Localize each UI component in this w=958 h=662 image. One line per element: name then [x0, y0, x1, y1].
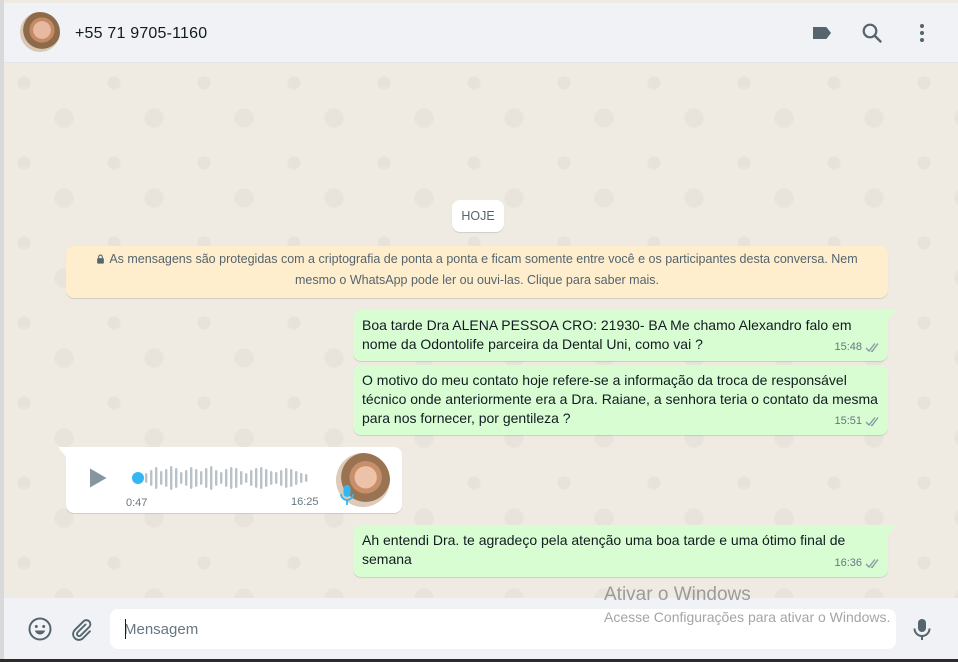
waveform-bar: [225, 469, 228, 487]
waveform-bar: [215, 470, 218, 486]
waveform-bar: [145, 473, 148, 483]
read-ticks-icon: [865, 417, 879, 427]
contact-avatar[interactable]: [20, 12, 60, 52]
date-chip: HOJE: [452, 200, 504, 232]
text-caret: [125, 619, 126, 639]
attach-icon[interactable]: [68, 616, 94, 642]
waveform-bar: [165, 469, 168, 487]
chat-panel[interactable]: HOJE As mensagens são protegidas com a c…: [4, 63, 958, 598]
waveform-bar: [305, 474, 308, 482]
microphone-icon[interactable]: [909, 616, 935, 642]
contact-name[interactable]: +55 71 9705-1160: [75, 25, 207, 43]
message-text: O motivo do meu contato hoje refere-se a…: [362, 372, 878, 426]
waveform-bar: [195, 469, 198, 487]
windows-activation-subtitle: Acesse Configurações para ativar o Windo…: [604, 609, 891, 625]
search-icon[interactable]: [860, 21, 884, 45]
audio-waveform[interactable]: [130, 465, 314, 491]
chat-header: +55 71 9705-1160: [4, 3, 958, 63]
waveform-bar: [265, 469, 268, 487]
waveform-bar: [180, 472, 183, 484]
message-bubble[interactable]: O motivo do meu contato hoje refere-se a…: [353, 365, 888, 435]
message-text: Boa tarde Dra ALENA PESSOA CRO: 21930- B…: [362, 317, 852, 352]
read-ticks-icon: [865, 559, 879, 569]
waveform-bar: [155, 467, 158, 489]
waveform-bar: [285, 468, 288, 488]
waveform-bar: [245, 473, 248, 483]
waveform-bar: [280, 470, 283, 486]
waveform-bar: [235, 468, 238, 488]
waveform-bar: [290, 469, 293, 487]
play-icon[interactable]: [88, 467, 108, 489]
encryption-notice[interactable]: As mensagens são protegidas com a cripto…: [66, 246, 888, 298]
message-time: 15:48: [834, 341, 862, 353]
waveform-bar: [300, 473, 303, 483]
waveform-bar: [200, 471, 203, 485]
waveform-bar: [255, 468, 258, 488]
message-bubble[interactable]: Boa tarde Dra ALENA PESSOA CRO: 21930- B…: [353, 310, 896, 361]
waveform-bar: [210, 466, 213, 490]
waveform-bar: [190, 467, 193, 489]
waveform-bar: [270, 471, 273, 485]
composer-bar: [4, 598, 958, 662]
message-time: 16:25: [291, 496, 319, 508]
message-time: 16:36: [834, 557, 862, 569]
waveform-bar: [205, 468, 208, 488]
waveform-bar: [160, 471, 163, 485]
message-bubble[interactable]: Ah entendi Dra. te agradeço pela atenção…: [353, 525, 896, 577]
message-meta: 16:36: [834, 554, 881, 573]
audio-duration: 0:47: [126, 497, 148, 509]
message-meta: 15:48: [834, 338, 881, 357]
waveform-bar: [150, 470, 153, 486]
message-meta: 15:51: [834, 412, 881, 431]
waveform-bar: [240, 471, 243, 485]
waveform-bar: [220, 472, 223, 484]
waveform-bar: [295, 471, 298, 485]
windows-activation-title: Ativar o Windows: [604, 584, 751, 605]
read-ticks-icon: [865, 343, 879, 353]
message-text: Ah entendi Dra. te agradeço pela atenção…: [362, 532, 846, 567]
label-icon[interactable]: [810, 21, 834, 45]
waveform-bar: [275, 472, 278, 484]
microphone-icon: [340, 485, 354, 505]
menu-icon[interactable]: [910, 21, 934, 45]
emoji-icon[interactable]: [27, 616, 53, 642]
waveform-bar: [230, 467, 233, 489]
lock-icon: [97, 254, 105, 264]
waveform-bar: [170, 466, 173, 490]
playback-position-knob[interactable]: [132, 472, 144, 484]
waveform-bar: [185, 470, 188, 486]
audio-message[interactable]: 0:47 16:25: [58, 447, 402, 513]
waveform-bar: [250, 470, 253, 486]
waveform-bar: [175, 468, 178, 488]
waveform-bar: [260, 467, 263, 489]
encryption-notice-text: As mensagens são protegidas com a cripto…: [109, 252, 858, 287]
message-time: 15:51: [834, 415, 862, 427]
